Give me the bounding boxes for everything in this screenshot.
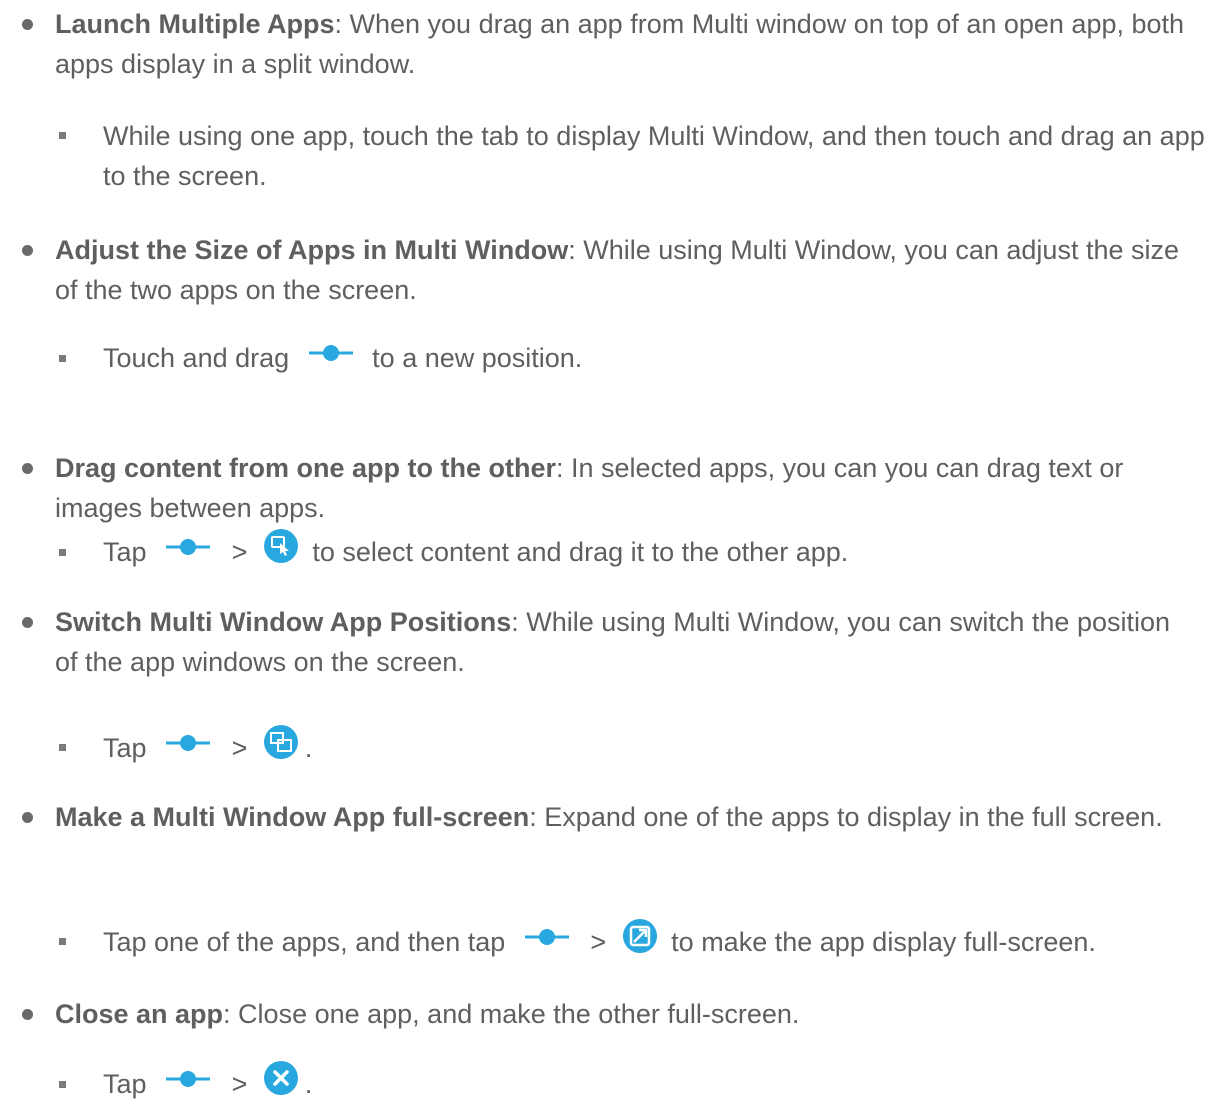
separator: >	[231, 537, 248, 567]
item-title: Make a Multi Window App full-screen	[55, 802, 530, 832]
sub-bullet-icon	[59, 744, 66, 751]
list-item: Close an app: Close one app, and make th…	[55, 994, 1200, 1034]
list-item: Adjust the Size of Apps in Multi Window:…	[55, 230, 1200, 310]
sub-bullet-icon	[59, 1081, 66, 1088]
item-description: : Expand one of the apps to display in t…	[529, 802, 1163, 832]
bullet-icon	[22, 19, 33, 30]
close-app-icon	[263, 1060, 299, 1096]
drag-content-icon	[263, 528, 299, 564]
sub-item: Touch and drag to a new position.	[103, 338, 1208, 378]
sub-item-text-after: to select content and drag it to the oth…	[312, 537, 849, 567]
multi-window-handle-icon	[524, 919, 569, 945]
item-title: Drag content from one app to the other	[55, 453, 557, 483]
multi-window-handle-icon	[166, 1061, 211, 1087]
bullet-icon	[22, 245, 33, 256]
sub-item-text-before: Tap one of the apps, and then tap	[103, 927, 506, 957]
sub-bullet-icon	[59, 938, 66, 945]
sub-item-text-before: Tap	[103, 537, 147, 567]
bullet-icon	[22, 463, 33, 474]
switch-windows-icon	[263, 724, 299, 760]
sub-item: While using one app, touch the tab to di…	[103, 116, 1208, 196]
sub-item-text-after: to make the app display full-screen.	[671, 927, 1096, 957]
item-title: Close an app	[55, 999, 224, 1029]
bullet-icon	[22, 1009, 33, 1020]
list-item: Switch Multi Window App Positions: While…	[55, 602, 1200, 682]
sub-item: Tap > .	[103, 724, 1208, 768]
item-title: Launch Multiple Apps	[55, 9, 335, 39]
item-title: Adjust the Size of Apps in Multi Window	[55, 235, 569, 265]
multi-window-handle-icon	[166, 529, 211, 555]
list-item: Drag content from one app to the other: …	[55, 448, 1200, 528]
sub-item-text-before: Tap	[103, 733, 147, 763]
sub-bullet-icon	[59, 549, 66, 556]
item-title: Switch Multi Window App Positions	[55, 607, 512, 637]
item-description: : Close one app, and make the other full…	[223, 999, 800, 1029]
separator: >	[231, 1069, 248, 1099]
sub-bullet-icon	[59, 355, 66, 362]
sub-item-text: While using one app, touch the tab to di…	[103, 121, 1205, 191]
bullet-icon	[22, 812, 33, 823]
sub-item: Tap > to select content and drag it to t…	[103, 528, 1208, 572]
list-item: Launch Multiple Apps: When you drag an a…	[55, 4, 1200, 84]
sub-item: Tap > .	[103, 1060, 1208, 1104]
sub-item-text-after: to a new position.	[372, 343, 583, 373]
full-screen-icon	[622, 918, 658, 954]
separator: >	[590, 927, 607, 957]
separator: >	[231, 733, 248, 763]
sub-item-text-before: Tap	[103, 1069, 147, 1099]
bullet-icon	[22, 617, 33, 628]
list-item: Make a Multi Window App full-screen: Exp…	[55, 797, 1200, 837]
multi-window-handle-icon	[166, 725, 211, 751]
sub-item-text-after: .	[304, 1069, 313, 1099]
sub-item-text-after: .	[304, 733, 313, 763]
multi-window-handle-icon	[308, 335, 353, 361]
sub-bullet-icon	[59, 132, 66, 139]
sub-item: Tap one of the apps, and then tap > to m…	[103, 918, 1208, 962]
sub-item-text-before: Touch and drag	[103, 343, 290, 373]
